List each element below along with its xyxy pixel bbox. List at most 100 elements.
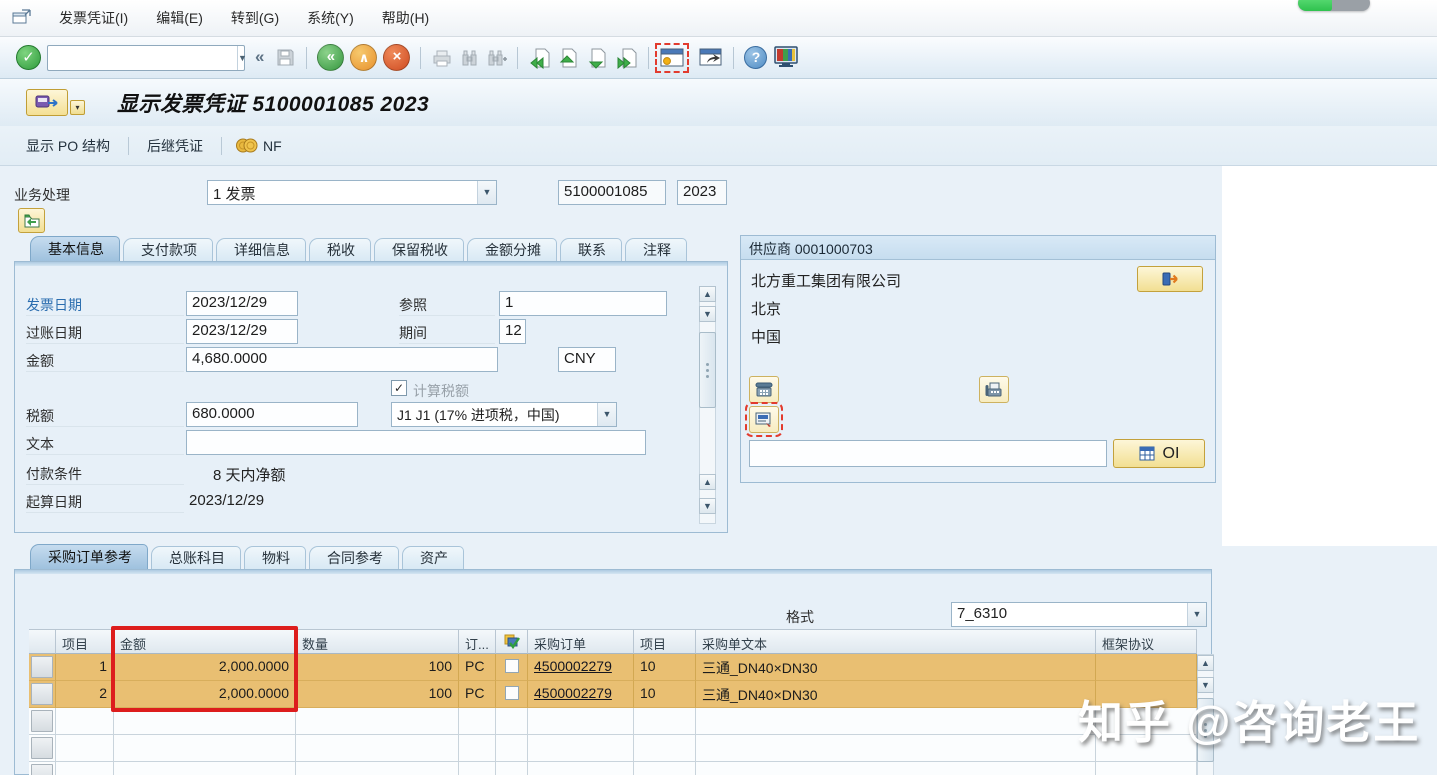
tab-contacts[interactable]: 联系 [560,238,622,262]
tab-gl-account[interactable]: 总账科目 [151,546,241,570]
find-next-icon[interactable] [486,48,507,68]
scroll-up-icon[interactable]: ▲ [699,474,716,490]
vendor-extra-field[interactable] [749,440,1107,467]
dropdown-arrow-icon[interactable]: ▼ [477,181,496,204]
create-shortcut-icon[interactable] [698,47,723,68]
amount-field[interactable]: 4,680.0000 [186,347,498,372]
cell-purchase-order[interactable]: 4500002279 [528,654,634,681]
open-items-button[interactable]: OI [1113,439,1205,468]
menu-system[interactable]: 系统(Y) [293,4,368,32]
menu-edit[interactable]: 编辑(E) [142,4,217,32]
scroll-up-icon[interactable]: ▲ [699,286,716,302]
fiscal-year-field[interactable]: 2023 [677,180,727,205]
cell-quantity[interactable]: 100 [296,654,459,681]
col-quantity[interactable]: 数量 [296,629,459,654]
tab-material[interactable]: 物料 [244,546,306,570]
tab-po-reference[interactable]: 采购订单参考 [30,544,148,570]
cell-item[interactable]: 2 [56,681,114,708]
cell-order-unit[interactable]: PC [459,654,496,681]
row-selector[interactable] [29,681,56,708]
dropdown-arrow-icon[interactable]: ▼ [597,403,616,426]
text-field[interactable] [186,430,646,455]
customize-layout-icon[interactable] [773,46,799,69]
fax-button[interactable] [979,376,1009,403]
tab-withholding-tax[interactable]: 保留税收 [374,238,464,262]
row-selector[interactable] [29,735,56,762]
system-menu-icon[interactable] [12,9,31,28]
tab-asset[interactable]: 资产 [402,546,464,570]
tab-payment[interactable]: 支付款项 [123,238,213,262]
cell-purchase-order[interactable]: 4500002279 [528,681,634,708]
title-dropdown-icon[interactable]: ▾ [70,100,85,115]
scroll-down-icon[interactable]: ▼ [699,306,716,322]
back-icon[interactable]: « [317,44,344,71]
command-field[interactable] [48,46,237,70]
posting-date-field[interactable]: 2023/12/29 [186,319,298,344]
first-page-icon[interactable] [528,47,551,69]
next-page-icon[interactable] [586,47,609,69]
cell-po-text[interactable]: 三通_DN40×DN30 [696,681,1096,708]
invoice-date-field[interactable]: 2023/12/29 [186,291,298,316]
row-selector[interactable] [29,708,56,735]
currency-field[interactable]: CNY [558,347,616,372]
col-outline-agreement[interactable]: 框架协议 [1096,629,1197,654]
reference-field[interactable]: 1 [499,291,667,316]
calculate-tax-checkbox[interactable]: ✓ [391,380,407,396]
checkbox[interactable] [505,686,519,700]
bank-details-button[interactable] [749,406,779,433]
table-row-empty[interactable] [29,762,1213,775]
last-page-icon[interactable] [615,47,638,69]
col-order-unit[interactable]: 订... [459,629,496,654]
col-po-text[interactable]: 采购单文本 [696,629,1096,654]
tax-code-dropdown[interactable]: J1 J1 (17% 进项税，中国) ▼ [391,402,617,427]
table-row-empty[interactable] [29,708,1213,735]
invoice-doc-number-field[interactable]: 5100001085 [558,180,666,205]
tab-amount-split[interactable]: 金额分摊 [467,238,557,262]
scroll-up-icon[interactable]: ▲ [1197,655,1214,671]
cell-order-unit[interactable]: PC [459,681,496,708]
command-dropdown-icon[interactable]: ▼ [237,46,247,70]
exit-up-icon[interactable]: ∧ [350,44,377,71]
period-field[interactable]: 12 [499,319,526,344]
po-link[interactable]: 4500002279 [534,658,612,674]
save-icon[interactable] [275,47,296,68]
dropdown-arrow-icon[interactable]: ▼ [1187,603,1206,626]
tab-details[interactable]: 详细信息 [216,238,306,262]
nf-button[interactable]: NF [261,133,294,159]
transaction-type-dropdown[interactable]: 1 发票 ▼ [207,180,497,205]
follow-on-documents-button[interactable]: 后继凭证 [135,131,215,161]
tax-amount-field[interactable]: 680.0000 [186,402,358,427]
cell-po-item[interactable]: 10 [634,654,696,681]
find-icon[interactable] [459,48,480,68]
menu-invoice-document[interactable]: 发票凭证(I) [45,4,142,32]
table-row-empty[interactable] [29,735,1213,762]
row-selector[interactable] [29,654,56,681]
gui-services-icon[interactable] [26,89,68,116]
scroll-down-icon[interactable]: ▼ [699,498,716,514]
help-icon[interactable]: ? [744,46,767,69]
enter-icon[interactable]: ✓ [16,45,41,70]
tab-contract-reference[interactable]: 合同参考 [309,546,399,570]
menu-goto[interactable]: 转到(G) [217,4,293,32]
layout-dropdown[interactable]: 7_6310 ▼ [951,602,1207,627]
cell-final-invoice[interactable] [496,681,528,708]
display-vendor-button[interactable] [1137,266,1203,292]
col-item[interactable]: 项目 [56,629,114,654]
tab-note[interactable]: 注释 [625,238,687,262]
new-session-icon[interactable] [659,47,685,69]
cancel-icon[interactable]: × [383,44,410,71]
cell-po-item[interactable]: 10 [634,681,696,708]
tab-basic-data[interactable]: 基本信息 [30,236,120,262]
previous-page-icon[interactable] [557,47,580,69]
col-purchase-order[interactable]: 采购订单 [528,629,634,654]
tab-tax[interactable]: 税收 [309,238,371,262]
show-worklist-button[interactable] [18,208,45,233]
cell-quantity[interactable]: 100 [296,681,459,708]
print-icon[interactable] [431,48,453,68]
checkbox[interactable] [505,659,519,673]
scrollbar-thumb[interactable] [699,332,716,408]
cell-outline-agreement[interactable] [1096,654,1197,681]
cell-po-text[interactable]: 三通_DN40×DN30 [696,654,1096,681]
menu-help[interactable]: 帮助(H) [368,4,443,32]
cell-item[interactable]: 1 [56,654,114,681]
